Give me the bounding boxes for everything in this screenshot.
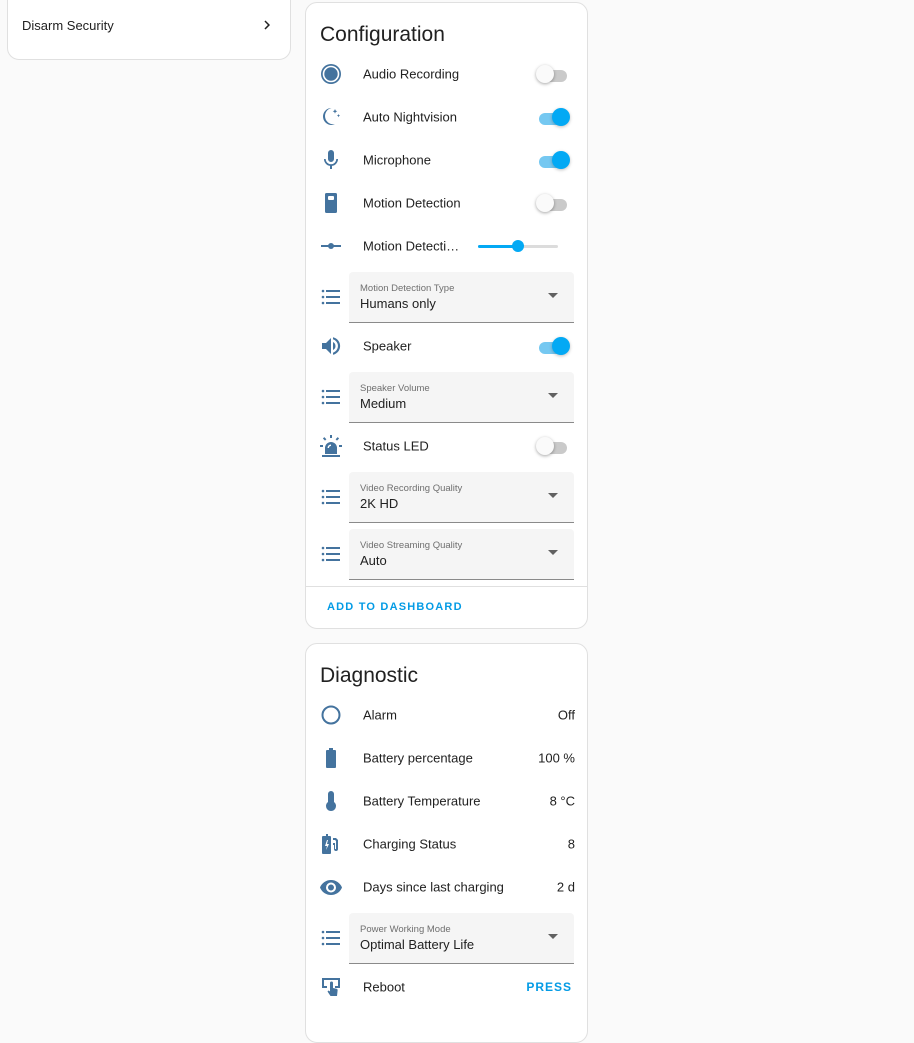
card-actions-divider (306, 586, 587, 587)
chevron-right-icon (264, 20, 270, 30)
power-working-mode-label: Power Working Mode (360, 924, 451, 935)
thermometer-icon (319, 789, 343, 813)
dropdown-arrow-icon (548, 934, 558, 939)
weather-night-icon (319, 105, 343, 129)
status-led-toggle[interactable] (536, 436, 570, 456)
battery-charging-icon (319, 832, 343, 856)
microphone-icon (319, 148, 343, 172)
motion-detection-label: Motion Detection (363, 195, 461, 211)
format-list-bulleted-icon (319, 485, 343, 509)
motion-sensitivity-slider[interactable] (478, 238, 558, 254)
speaker-volume-row: Speaker Volume Medium (306, 372, 589, 423)
video-recording-quality-value: 2K HD (360, 496, 399, 511)
alarm-label: Alarm (363, 707, 397, 723)
battery-temperature-row: Battery Temperature 8 °C (306, 781, 589, 821)
video-recording-quality-select[interactable]: Video Recording Quality 2K HD (349, 472, 574, 523)
auto-nightvision-label: Auto Nightvision (363, 109, 457, 125)
reboot-label: Reboot (363, 979, 405, 995)
add-to-dashboard-button[interactable]: ADD TO DASHBOARD (327, 601, 463, 613)
battery-icon (319, 746, 343, 770)
speaker-volume-value: Medium (360, 396, 407, 411)
microphone-label: Microphone (363, 152, 431, 168)
speaker-row: Speaker (306, 326, 589, 366)
motion-detection-toggle[interactable] (536, 193, 570, 213)
disarm-card: Disarm Security (7, 0, 291, 60)
microphone-toggle[interactable] (536, 150, 570, 170)
power-working-mode-value: Optimal Battery Life (360, 937, 475, 952)
battery-percentage-row: Battery percentage 100 % (306, 738, 589, 778)
video-recording-quality-row: Video Recording Quality 2K HD (306, 472, 589, 523)
diagnostic-card: Diagnostic Alarm Off Battery percentage … (305, 643, 588, 1043)
configuration-title: Configuration (320, 23, 445, 46)
dropdown-arrow-icon (548, 550, 558, 555)
video-streaming-quality-row: Video Streaming Quality Auto (306, 529, 589, 580)
power-working-mode-select[interactable]: Power Working Mode Optimal Battery Life (349, 913, 574, 964)
speaker-volume-label: Speaker Volume (360, 383, 430, 394)
days-since-charging-row: Days since last charging 2 d (306, 867, 589, 907)
days-since-charging-label: Days since last charging (363, 879, 504, 895)
motion-detection-type-label: Motion Detection Type (360, 283, 455, 294)
video-recording-quality-label: Video Recording Quality (360, 483, 463, 494)
format-list-bulleted-icon (319, 926, 343, 950)
status-led-row: Status LED (306, 426, 589, 466)
reboot-row: Reboot PRESS (306, 967, 589, 1007)
alarm-value: Off (557, 707, 575, 723)
speaker-label: Speaker (363, 338, 412, 354)
audio-recording-toggle[interactable] (536, 64, 570, 84)
video-streaming-quality-select[interactable]: Video Streaming Quality Auto (349, 529, 574, 580)
battery-percentage-label: Battery percentage (363, 750, 473, 766)
reboot-press-button[interactable]: PRESS (526, 980, 572, 994)
record-icon (319, 62, 343, 86)
charging-status-label: Charging Status (363, 836, 457, 852)
configuration-card: Configuration Audio Recording Auto Night… (305, 2, 588, 629)
days-since-charging-value: 2 d (556, 879, 575, 895)
status-led-label: Status LED (363, 438, 429, 454)
motion-sensitivity-label: Motion Detecti… (363, 238, 460, 254)
disarm-security-row[interactable]: Disarm Security (22, 15, 276, 35)
video-streaming-quality-label: Video Streaming Quality (360, 540, 463, 551)
motion-detection-type-value: Humans only (360, 296, 436, 311)
speaker-toggle[interactable] (536, 336, 570, 356)
disarm-security-label: Disarm Security (22, 17, 114, 33)
audio-recording-row: Audio Recording (306, 54, 589, 94)
charging-status-row: Charging Status 8 (306, 824, 589, 864)
motion-sensor-icon (319, 191, 343, 215)
motion-detection-type-select[interactable]: Motion Detection Type Humans only (349, 272, 574, 323)
charging-status-value: 8 (567, 836, 575, 852)
format-list-bulleted-icon (319, 285, 343, 309)
battery-temperature-value: 8 °C (549, 793, 575, 809)
auto-nightvision-row: Auto Nightvision (306, 97, 589, 137)
diagnostic-title: Diagnostic (320, 664, 419, 687)
auto-nightvision-toggle[interactable] (536, 107, 570, 127)
battery-temperature-label: Battery Temperature (363, 793, 481, 809)
microphone-row: Microphone (306, 140, 589, 180)
power-working-mode-row: Power Working Mode Optimal Battery Life (306, 913, 589, 964)
motion-detection-type-row: Motion Detection Type Humans only (306, 272, 589, 323)
eye-icon (319, 875, 343, 899)
speaker-volume-select[interactable]: Speaker Volume Medium (349, 372, 574, 423)
motion-detection-row: Motion Detection (306, 183, 589, 223)
dropdown-arrow-icon (548, 293, 558, 298)
alarm-light-icon (319, 434, 343, 458)
circle-outline-icon (319, 703, 343, 727)
volume-high-icon (319, 334, 343, 358)
dropdown-arrow-icon (548, 493, 558, 498)
battery-percentage-value: 100 % (538, 750, 575, 766)
audio-recording-label: Audio Recording (363, 66, 460, 82)
format-list-bulleted-icon (319, 542, 343, 566)
dropdown-arrow-icon (548, 393, 558, 398)
gesture-tap-button-icon (319, 975, 343, 999)
alarm-row: Alarm Off (306, 695, 589, 735)
ray-vertex-icon (319, 234, 343, 258)
motion-sensitivity-row: Motion Detecti… (306, 226, 589, 266)
format-list-bulleted-icon (319, 385, 343, 409)
video-streaming-quality-value: Auto (360, 553, 387, 568)
